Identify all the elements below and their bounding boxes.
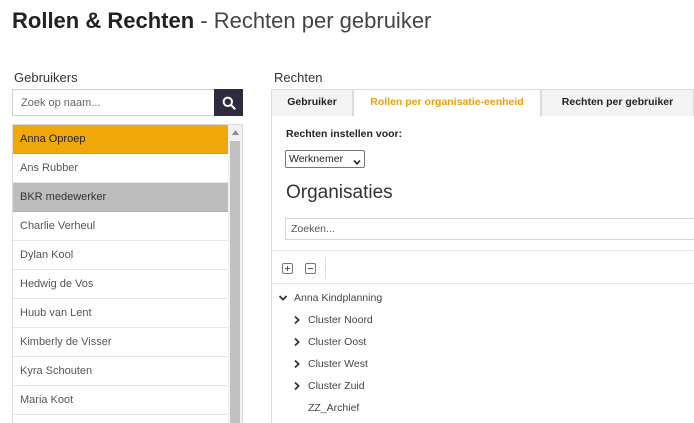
scroll-up-arrow-icon[interactable]: [228, 125, 242, 139]
tree-node-label: Cluster Zuid: [308, 380, 365, 392]
user-list-panel: Anna Oproep Ans Rubber BKR medewerker Ch…: [12, 124, 243, 423]
rights-heading: Rechten: [274, 70, 323, 85]
chevron-right-icon[interactable]: [292, 381, 302, 391]
user-search-button[interactable]: [214, 89, 243, 116]
collapse-all-button[interactable]: [305, 263, 316, 274]
rights-panel: Rechten instellen voor: Werknemer Organi…: [271, 116, 694, 423]
chevron-down-icon: [353, 155, 361, 171]
tree-node-cluster-noord[interactable]: Cluster Noord: [292, 310, 373, 330]
user-item-anna-oproep[interactable]: Anna Oproep: [13, 125, 229, 154]
user-item-charlie-verheul[interactable]: Charlie Verheul: [13, 212, 229, 241]
page-title-main: Rollen & Rechten: [12, 8, 195, 33]
tree-node-label: Cluster Noord: [308, 314, 373, 326]
chevron-down-icon[interactable]: [278, 293, 288, 303]
tree-node-zz-archief[interactable]: ZZ_Archief: [308, 398, 359, 418]
page-title: Rollen & Rechten - Rechten per gebruiker: [12, 8, 431, 34]
tree-node-cluster-zuid[interactable]: Cluster Zuid: [292, 376, 365, 396]
role-select[interactable]: Werknemer: [285, 150, 365, 168]
tab-rollen-per-organisatie-eenheid[interactable]: Rollen per organisatie-eenheid: [353, 89, 541, 117]
organisation-search-input[interactable]: [285, 218, 694, 240]
tree-node-label: Cluster West: [308, 358, 368, 370]
users-heading: Gebruikers: [14, 70, 78, 85]
rights-tabs: Gebruiker Rollen per organisatie-eenheid…: [271, 89, 694, 117]
tab-gebruiker[interactable]: Gebruiker: [271, 89, 353, 116]
user-list-scrollbar[interactable]: [228, 125, 242, 423]
chevron-right-icon[interactable]: [292, 337, 302, 347]
user-search: [12, 89, 243, 116]
chevron-right-icon[interactable]: [292, 359, 302, 369]
tree-node-cluster-west[interactable]: Cluster West: [292, 354, 368, 374]
user-list: Anna Oproep Ans Rubber BKR medewerker Ch…: [13, 125, 229, 415]
tree-node-anna-kindplanning[interactable]: Anna Kindplanning: [278, 288, 382, 308]
user-item-kyra-schouten[interactable]: Kyra Schouten: [13, 357, 229, 386]
tree-node-label: Anna Kindplanning: [294, 292, 383, 304]
set-rights-for-label: Rechten instellen voor:: [286, 128, 403, 140]
search-icon: [222, 96, 236, 110]
expand-all-button[interactable]: [282, 263, 293, 274]
tab-rechten-per-gebruiker[interactable]: Rechten per gebruiker: [541, 89, 694, 116]
toolbar-divider: [325, 258, 326, 278]
expand-all-icon: [284, 265, 291, 272]
tree-node-label: Cluster Oost: [308, 336, 367, 348]
collapse-all-icon: [307, 265, 314, 272]
chevron-right-icon[interactable]: [292, 315, 302, 325]
user-item-maria-koot[interactable]: Maria Koot: [13, 386, 229, 415]
user-item-bkr-medewerker[interactable]: BKR medewerker: [13, 183, 229, 212]
user-item-kimberly-de-visser[interactable]: Kimberly de Visser: [13, 328, 229, 357]
page-title-separator: -: [194, 8, 214, 33]
user-item-ans-rubber[interactable]: Ans Rubber: [13, 154, 229, 183]
role-select-value: Werknemer: [289, 153, 344, 165]
user-item-hedwig-de-vos[interactable]: Hedwig de Vos: [13, 270, 229, 299]
scrollbar-thumb[interactable]: [230, 141, 240, 423]
organisations-heading: Organisaties: [286, 182, 393, 203]
tree-node-cluster-oost[interactable]: Cluster Oost: [292, 332, 366, 352]
user-item-dylan-kool[interactable]: Dylan Kool: [13, 241, 229, 270]
user-item-huub-van-lent[interactable]: Huub van Lent: [13, 299, 229, 328]
page-title-sub: Rechten per gebruiker: [213, 8, 432, 33]
tree-node-label: ZZ_Archief: [308, 402, 360, 414]
user-search-input[interactable]: [12, 89, 214, 116]
tree-toolbar: [272, 250, 694, 284]
